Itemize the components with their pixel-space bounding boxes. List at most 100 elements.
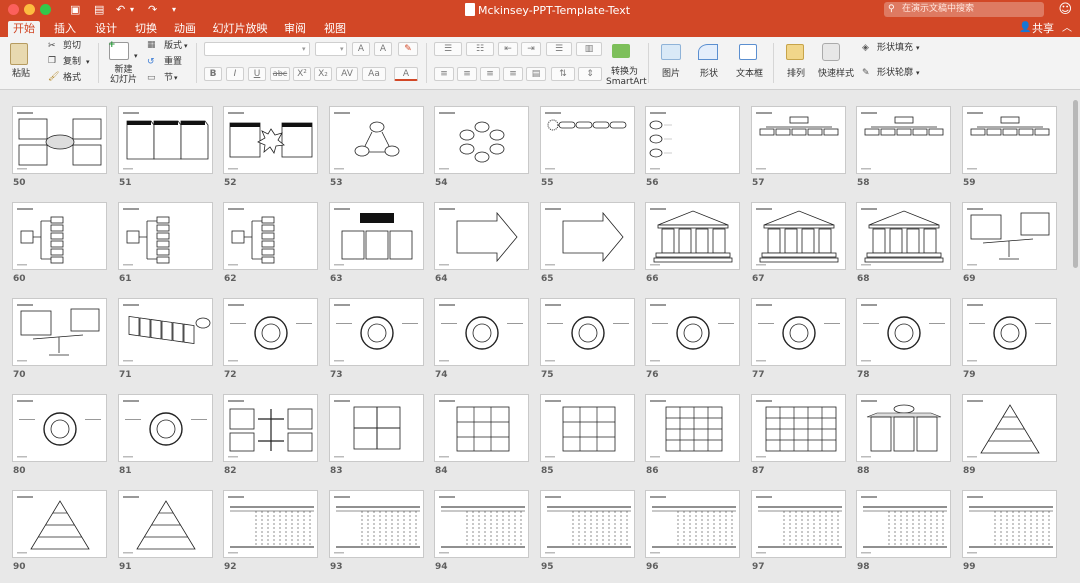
smiley-icon[interactable]: ☺ <box>1058 2 1072 17</box>
redo-icon[interactable]: ↷ <box>148 3 157 17</box>
font-color-button[interactable]: A <box>394 67 418 81</box>
distributed-button[interactable]: ▤ <box>526 67 546 81</box>
smartart-label[interactable]: SmartArt <box>606 77 647 88</box>
slide-thumbnail[interactable] <box>223 298 318 366</box>
justify-button[interactable]: ≡ <box>503 67 523 81</box>
slide-thumbnail[interactable] <box>329 202 424 270</box>
slide-thumbnail[interactable] <box>329 394 424 462</box>
slide-thumbnail[interactable] <box>118 106 213 174</box>
undo-dropdown-icon[interactable]: ▾ <box>130 3 134 17</box>
slide-thumbnail[interactable] <box>434 202 529 270</box>
slide-thumbnail[interactable] <box>645 490 740 558</box>
shape-fill-label[interactable]: 形状填充 <box>877 43 913 54</box>
arrange-label[interactable]: 排列 <box>787 69 805 80</box>
slide-thumbnail[interactable] <box>12 298 107 366</box>
tab-home[interactable]: 开始 <box>8 21 40 37</box>
undo-icon[interactable]: ↶ <box>116 3 125 17</box>
decrease-indent-button[interactable]: ⇤ <box>498 42 518 56</box>
slide-thumbnail[interactable] <box>540 298 635 366</box>
tab-slideshow[interactable]: 幻灯片放映 <box>210 21 270 37</box>
font-name-input[interactable] <box>204 42 310 56</box>
new-slide-dropdown-icon[interactable]: ▾ <box>134 51 138 62</box>
share-button[interactable]: 共享 <box>1032 21 1054 36</box>
slide-thumbnail[interactable] <box>645 106 740 174</box>
quick-styles-label[interactable]: 快速样式 <box>818 69 854 80</box>
slide-thumbnail[interactable] <box>751 394 846 462</box>
chevron-up-icon[interactable]: ︿ <box>1062 21 1072 36</box>
vertical-scrollbar[interactable] <box>1073 100 1078 268</box>
tab-insert[interactable]: 插入 <box>50 21 80 37</box>
slide-thumbnail[interactable] <box>329 490 424 558</box>
cut-icon[interactable]: ✂ <box>48 41 56 52</box>
line-spacing-button[interactable]: ☰ <box>546 42 572 56</box>
slide-thumbnail[interactable] <box>962 202 1057 270</box>
shape-fill-icon[interactable]: ◈ <box>862 43 869 54</box>
slide-thumbnail[interactable] <box>118 394 213 462</box>
slide-thumbnail[interactable] <box>329 106 424 174</box>
slide-thumbnail[interactable] <box>12 394 107 462</box>
section-icon[interactable]: ▭ <box>147 73 156 84</box>
slide-thumbnail[interactable] <box>434 106 529 174</box>
tab-view[interactable]: 视图 <box>320 21 350 37</box>
format-painter-icon[interactable]: 🖌 <box>48 72 59 83</box>
columns-button[interactable]: ▥ <box>576 42 602 56</box>
slide-thumbnail[interactable] <box>645 394 740 462</box>
char-spacing-button[interactable]: AV <box>336 67 358 81</box>
layout-dropdown-icon[interactable]: ▾ <box>184 41 188 52</box>
layout-icon[interactable]: ▦ <box>147 40 156 51</box>
close-window-button[interactable] <box>8 4 19 15</box>
slide-thumbnail[interactable] <box>751 202 846 270</box>
picture-icon[interactable] <box>661 44 681 60</box>
slide-sorter[interactable]: 50 51 52 53 54 55 56 57 58 59 60 61 62 63 64 65 66 67 68 69… <box>0 90 1080 583</box>
arrange-icon[interactable] <box>786 44 804 60</box>
slide-thumbnail[interactable] <box>751 298 846 366</box>
slide-thumbnail[interactable] <box>856 298 951 366</box>
new-slide-label[interactable]: 新建 幻灯片 <box>110 65 137 85</box>
slide-thumbnail[interactable] <box>12 490 107 558</box>
slide-thumbnail[interactable] <box>856 202 951 270</box>
copy-dropdown-icon[interactable]: ▾ <box>86 57 90 68</box>
picture-label[interactable]: 图片 <box>662 69 680 80</box>
section-dropdown-icon[interactable]: ▾ <box>174 73 178 84</box>
smartart-icon[interactable] <box>612 44 630 58</box>
slide-thumbnail[interactable] <box>540 106 635 174</box>
slide-thumbnail[interactable] <box>434 298 529 366</box>
clipboard-icon[interactable] <box>10 43 28 65</box>
quick-styles-icon[interactable] <box>822 43 840 61</box>
tab-review[interactable]: 审阅 <box>280 21 310 37</box>
slide-thumbnail[interactable] <box>962 490 1057 558</box>
clear-format-button[interactable]: ✎ <box>398 42 418 56</box>
font-size-dropdown-icon[interactable]: ▾ <box>340 44 344 55</box>
layout-label[interactable]: 版式 <box>164 41 182 52</box>
section-label[interactable]: 节 <box>164 73 173 84</box>
bullets-button[interactable]: ☰ <box>434 42 462 56</box>
increase-indent-button[interactable]: ⇥ <box>521 42 541 56</box>
subscript-button[interactable]: X₂ <box>314 67 332 81</box>
paste-label[interactable]: 粘贴 <box>12 69 30 80</box>
format-painter-label[interactable]: 格式 <box>63 73 81 84</box>
slide-thumbnail[interactable] <box>223 490 318 558</box>
change-case-button[interactable]: Aa <box>362 67 386 81</box>
sidebar-toggle-icon[interactable]: ▣ <box>70 3 80 17</box>
slide-thumbnail[interactable] <box>856 106 951 174</box>
tab-transitions[interactable]: 切换 <box>131 21 161 37</box>
text-direction-button[interactable]: ⇅ <box>551 67 575 81</box>
slide-thumbnail[interactable] <box>962 394 1057 462</box>
font-name-dropdown-icon[interactable]: ▾ <box>302 44 306 55</box>
numbering-button[interactable]: ☷ <box>466 42 494 56</box>
slide-thumbnail[interactable] <box>751 106 846 174</box>
save-icon[interactable]: ▤ <box>94 3 104 17</box>
slide-thumbnail[interactable] <box>856 394 951 462</box>
copy-icon[interactable]: ❐ <box>48 56 56 67</box>
superscript-button[interactable]: X² <box>293 67 311 81</box>
align-right-button[interactable]: ≡ <box>480 67 500 81</box>
slide-thumbnail[interactable] <box>434 490 529 558</box>
italic-button[interactable]: I <box>226 67 244 81</box>
slide-thumbnail[interactable] <box>223 202 318 270</box>
slide-thumbnail[interactable] <box>751 490 846 558</box>
strikethrough-button[interactable]: abc <box>270 67 290 81</box>
slide-thumbnail[interactable] <box>540 394 635 462</box>
slide-thumbnail[interactable] <box>12 202 107 270</box>
align-left-button[interactable]: ≡ <box>434 67 454 81</box>
cut-label[interactable]: 剪切 <box>63 41 81 52</box>
